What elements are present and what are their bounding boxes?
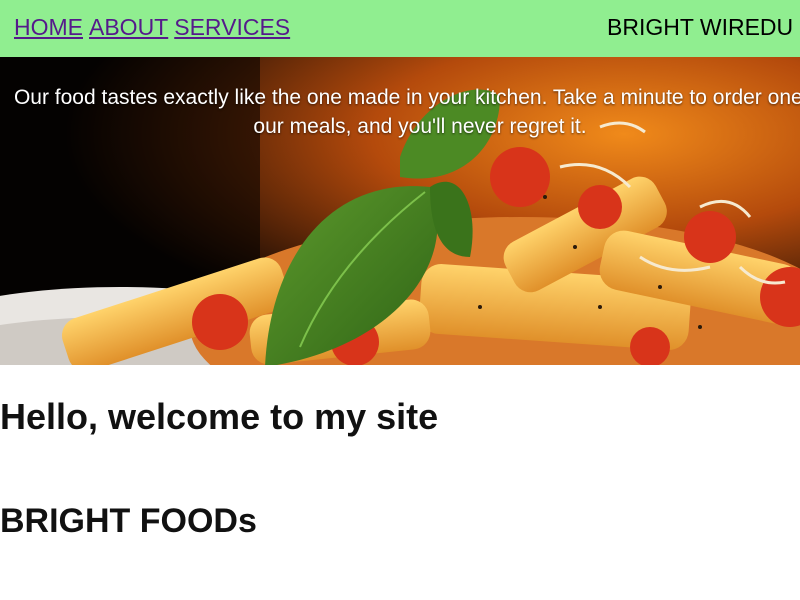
welcome-heading: Hello, welcome to my site [0, 396, 439, 437]
nav-links: HOME ABOUT SERVICES [14, 13, 290, 41]
brand-heading: BRIGHT FOODs [0, 502, 257, 540]
hero-banner: Our food tastes exactly like the one mad… [0, 57, 800, 365]
top-navbar: HOME ABOUT SERVICES BRIGHT WIREDU [0, 0, 800, 57]
nav-link-about[interactable]: ABOUT [89, 13, 168, 41]
nav-link-home[interactable]: HOME [14, 13, 83, 41]
hero-tagline: Our food tastes exactly like the one mad… [13, 86, 800, 138]
brand-name: BRIGHT WIREDU [607, 14, 794, 40]
nav-link-services[interactable]: SERVICES [174, 13, 290, 41]
